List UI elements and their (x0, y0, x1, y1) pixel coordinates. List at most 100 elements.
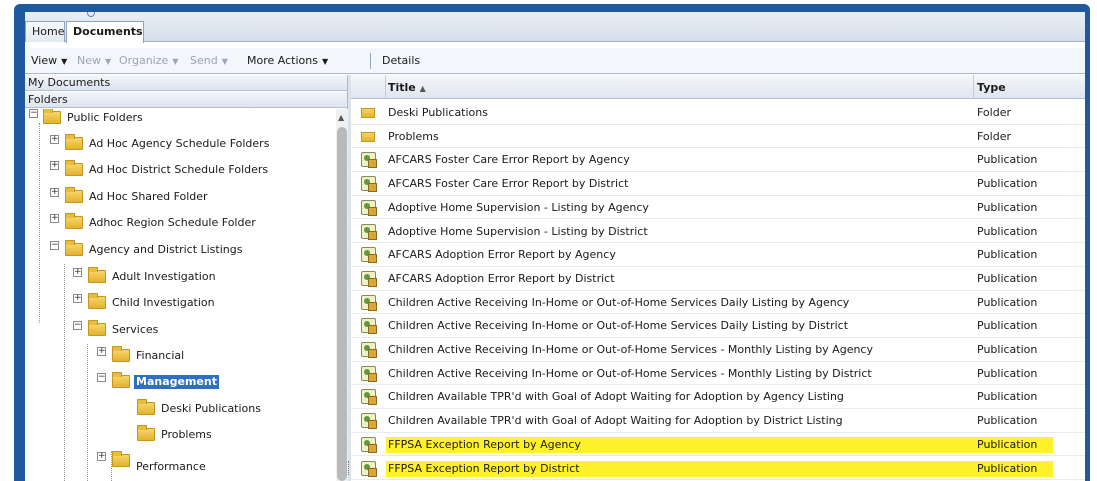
title-cell[interactable]: AFCARS Adoption Error Report by Agency (386, 247, 976, 263)
folder-icon (65, 240, 83, 256)
table-row[interactable]: AFCARS Adoption Error Report by District… (351, 267, 1085, 291)
table-row[interactable]: Children Active Receiving In-Home or Out… (351, 291, 1085, 315)
table-row[interactable]: AFCARS Foster Care Error Report by Distr… (351, 172, 1085, 196)
expand-icon[interactable]: + (50, 214, 59, 223)
publication-icon-glyph (361, 365, 377, 382)
table-row[interactable]: Problems Folder (351, 125, 1085, 149)
type-cell: Publication (977, 414, 1038, 428)
folder-icon (361, 129, 377, 144)
type-cell: Publication (975, 436, 1053, 453)
publication-icon (361, 247, 377, 264)
tree-scrollbar-thumb[interactable] (337, 127, 347, 481)
organize-menu[interactable]: Organize ▼ (119, 54, 178, 67)
details-button[interactable]: Details (382, 54, 420, 67)
more-actions-label: More Actions (247, 54, 318, 67)
expand-icon[interactable]: + (73, 268, 82, 277)
tree-node-label: Adult Investigation (112, 270, 216, 283)
tree-node-label: Adhoc Region Schedule Folder (89, 216, 256, 229)
table-row[interactable]: Adoptive Home Supervision - Listing by A… (351, 196, 1085, 220)
tab-documents[interactable]: Documents (66, 21, 144, 43)
title-cell[interactable]: Children Active Receiving In-Home or Out… (386, 342, 976, 358)
expand-icon[interactable]: + (50, 188, 59, 197)
tree-node-label: Child Investigation (112, 296, 215, 309)
send-menu[interactable]: Send ▼ (190, 54, 228, 67)
publication-icon (361, 199, 377, 216)
table-row[interactable]: Children Active Receiving In-Home or Out… (351, 314, 1085, 338)
send-label: Send (190, 54, 218, 67)
collapse-icon[interactable]: − (29, 109, 38, 118)
table-row[interactable]: Children Active Receiving In-Home or Out… (351, 338, 1085, 362)
type-cell: Publication (977, 224, 1038, 238)
table-row[interactable]: Children Active Receiving In-Home or Out… (351, 362, 1085, 386)
tree-guide-line (64, 264, 65, 481)
expand-icon[interactable]: + (50, 135, 59, 144)
title-cell[interactable]: Adoptive Home Supervision - Listing by D… (386, 224, 976, 240)
tree-node-label: Ad Hoc District Schedule Folders (89, 163, 269, 176)
my-documents-header[interactable]: My Documents (25, 75, 347, 91)
expand-icon[interactable]: + (50, 161, 59, 170)
title-cell[interactable]: AFCARS Foster Care Error Report by Agenc… (386, 152, 976, 168)
publication-icon-glyph (361, 460, 377, 477)
title-cell[interactable]: Adoptive Home Supervision - Listing by A… (386, 200, 976, 216)
publication-icon (361, 389, 377, 406)
title-cell[interactable]: Deski Publications (386, 105, 976, 121)
chevron-down-icon: ▼ (321, 57, 329, 66)
folder-icon-glyph (361, 108, 375, 118)
table-row[interactable]: AFCARS Adoption Error Report by Agency Pu… (351, 243, 1085, 267)
expand-icon[interactable]: + (97, 347, 106, 356)
folder-icon (112, 346, 130, 362)
title-cell[interactable]: Children Active Receiving In-Home or Out… (386, 318, 976, 334)
table-row[interactable]: Adoptive Home Supervision - Listing by D… (351, 220, 1085, 244)
title-cell[interactable]: Problems (386, 129, 976, 145)
organize-label: Organize (119, 54, 169, 67)
title-cell[interactable]: AFCARS Foster Care Error Report by Distr… (386, 176, 976, 192)
table-row[interactable]: Children Available TPR'd with Goal of Ad… (351, 409, 1085, 433)
title-cell[interactable]: Children Active Receiving In-Home or Out… (386, 366, 976, 382)
tree-node-label: Performance (136, 460, 206, 473)
folders-header[interactable]: Folders (25, 92, 347, 108)
scroll-up-icon[interactable]: ▲ (338, 113, 344, 122)
expand-icon[interactable]: + (73, 294, 82, 303)
table-row[interactable]: AFCARS Foster Care Error Report by Agenc… (351, 148, 1085, 173)
chevron-down-icon: ▼ (221, 57, 228, 66)
type-cell: Publication (977, 177, 1038, 191)
folder-icon (88, 320, 106, 336)
type-column-header[interactable]: Type (977, 81, 1006, 94)
tree-node-label: Ad Hoc Agency Schedule Folders (89, 137, 270, 150)
publication-icon-glyph (361, 318, 377, 335)
publication-icon-glyph (361, 152, 377, 169)
publication-icon-glyph (361, 270, 377, 287)
tree-node-label: Agency and District Listings (89, 243, 243, 256)
table-row[interactable]: FFPSA Exception Report by District Public… (351, 457, 1085, 481)
new-menu[interactable]: New ▼ (77, 54, 111, 67)
expand-icon[interactable]: + (97, 452, 106, 461)
title-cell[interactable]: Children Available TPR'd with Goal of Ad… (386, 389, 976, 405)
folder-icon (43, 109, 61, 124)
tab-home[interactable]: Home (25, 21, 65, 42)
document-list: Title ▲ Type Deski Publications Folder Pro… (351, 75, 1085, 481)
column-divider (385, 75, 386, 99)
title-column-header[interactable]: Title ▲ (388, 81, 426, 94)
collapse-icon[interactable]: − (97, 373, 106, 382)
title-cell[interactable]: Children Available TPR'd with Goal of Ad… (386, 413, 976, 429)
title-cell[interactable]: FFPSA Exception Report by Agency (386, 436, 976, 453)
tree-node-label-selected: Management (134, 375, 219, 389)
table-row[interactable]: Deski Publications Folder (351, 101, 1085, 125)
more-actions-menu[interactable]: More Actions ▼ (247, 54, 328, 67)
chevron-down-icon: ▼ (172, 57, 179, 66)
title-cell[interactable]: Children Active Receiving In-Home or Out… (386, 295, 976, 311)
view-menu[interactable]: View ▼ (31, 54, 67, 67)
publication-icon-glyph (361, 294, 377, 311)
publication-icon (361, 460, 377, 477)
folder-icon (65, 160, 83, 176)
new-label: New (77, 54, 101, 67)
type-cell: Publication (977, 343, 1038, 356)
title-cell[interactable]: FFPSA Exception Report by District (386, 460, 976, 477)
table-row[interactable]: Children Available TPR'd with Goal of Ad… (351, 385, 1085, 410)
title-cell[interactable]: AFCARS Adoption Error Report by District (386, 271, 976, 287)
collapse-icon[interactable]: − (73, 321, 82, 330)
tab-bar: Home Documents (25, 12, 1085, 43)
type-cell: Folder (977, 106, 1011, 119)
table-row[interactable]: FFPSA Exception Report by Agency Publicat… (351, 433, 1085, 457)
collapse-icon[interactable]: − (50, 241, 59, 250)
